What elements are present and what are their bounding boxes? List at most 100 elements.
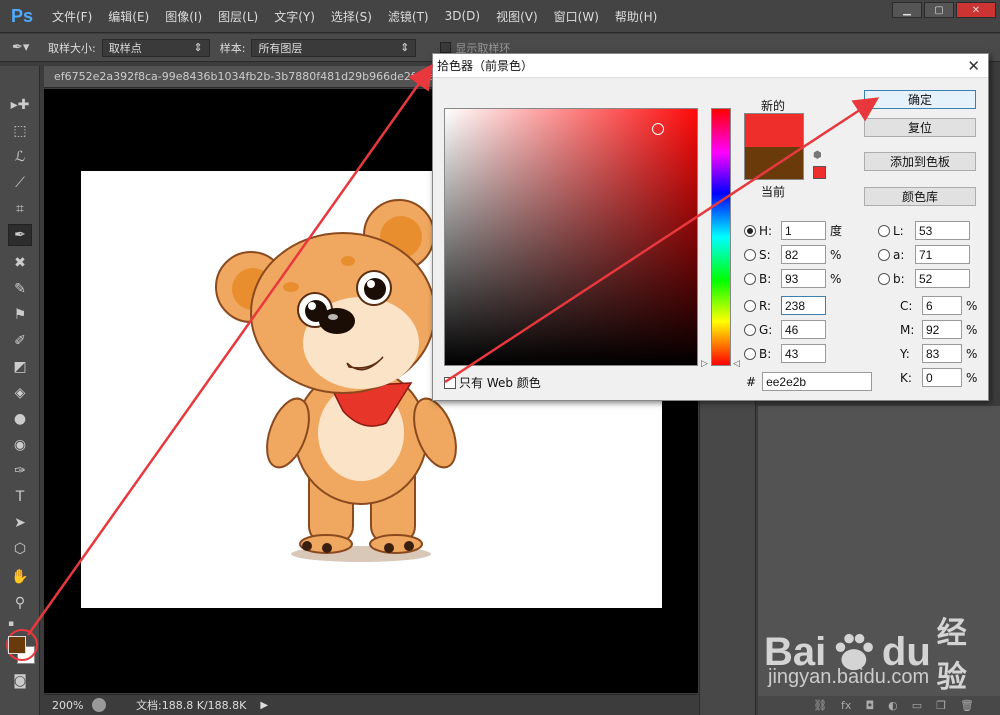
- quick-select-tool-icon[interactable]: ⟋: [8, 172, 32, 194]
- ok-button[interactable]: 确定: [864, 90, 976, 109]
- menu-select[interactable]: 选择(S): [323, 8, 380, 25]
- hue-radio[interactable]: [744, 224, 756, 237]
- lab-b-input[interactable]: [915, 269, 970, 288]
- blur-tool-icon[interactable]: ●: [8, 408, 32, 430]
- yellow-unit: %: [966, 346, 978, 361]
- close-icon[interactable]: ✕: [956, 2, 996, 18]
- lab-b-row: b:: [878, 269, 970, 288]
- current-color-swatch[interactable]: [744, 147, 804, 180]
- brightness-label: B:: [759, 271, 772, 286]
- black-input[interactable]: [922, 368, 962, 387]
- marquee-tool-icon[interactable]: ⬚: [8, 120, 32, 142]
- green-input[interactable]: [781, 320, 826, 339]
- menu-window[interactable]: 窗口(W): [546, 8, 607, 25]
- lab-l-input[interactable]: [915, 221, 970, 240]
- color-libraries-button[interactable]: 颜色库: [864, 187, 976, 206]
- color-field-marker[interactable]: [652, 123, 664, 135]
- healing-tool-icon[interactable]: ✖: [8, 252, 32, 274]
- lab-a-radio[interactable]: [878, 248, 890, 261]
- menu-file[interactable]: 文件(F): [44, 8, 100, 25]
- saturation-radio[interactable]: [744, 248, 756, 261]
- brightness-row: B: %: [744, 269, 844, 288]
- menu-edit[interactable]: 编辑(E): [100, 8, 157, 25]
- add-to-swatches-button[interactable]: 添加到色板: [864, 152, 976, 171]
- zoom-tool-icon[interactable]: ⚲: [8, 592, 32, 614]
- menu-view[interactable]: 视图(V): [488, 8, 546, 25]
- play-arrow-icon[interactable]: ▶: [260, 700, 268, 711]
- lab-b-radio[interactable]: [878, 272, 890, 285]
- foreground-color-swatch[interactable]: [8, 636, 26, 654]
- brightness-input[interactable]: [781, 269, 826, 288]
- quick-mask-icon[interactable]: ◙: [8, 670, 32, 692]
- minimize-icon[interactable]: ▁: [892, 2, 922, 18]
- chevron-down-icon: ⇕: [400, 41, 410, 54]
- document-tab[interactable]: ef6752e2a392f8ca-99e8436b1034fb2b-3b7880…: [44, 66, 439, 88]
- paint-bucket-icon[interactable]: ◈: [8, 382, 32, 404]
- zoom-level[interactable]: 200%: [44, 699, 92, 712]
- menu-filter[interactable]: 滤镜(T): [380, 8, 437, 25]
- hex-input[interactable]: [762, 372, 873, 391]
- slider-left-arrow-icon[interactable]: ▷: [701, 359, 708, 369]
- eraser-tool-icon[interactable]: ◩: [8, 356, 32, 378]
- hand-tool-icon[interactable]: ✋: [8, 566, 32, 588]
- move-tool-icon[interactable]: ▸✚: [8, 94, 32, 116]
- menu-help[interactable]: 帮助(H): [607, 8, 665, 25]
- dodge-tool-icon[interactable]: ◉: [8, 434, 32, 456]
- sample-select[interactable]: 所有图层 ⇕: [251, 38, 417, 57]
- web-only-checkbox[interactable]: 只有 Web 颜色: [444, 374, 541, 391]
- crop-tool-icon[interactable]: ⌗: [8, 198, 32, 220]
- close-icon[interactable]: ✕: [967, 57, 980, 75]
- hue-slider[interactable]: [711, 108, 731, 366]
- lab-l-radio[interactable]: [878, 224, 890, 237]
- menu-bar: Ps 文件(F) 编辑(E) 图像(I) 图层(L) 文字(Y) 选择(S) 滤…: [0, 0, 1000, 33]
- stamp-tool-icon[interactable]: ⚑: [8, 304, 32, 326]
- history-brush-icon[interactable]: ✐: [8, 330, 32, 352]
- status-info-icon[interactable]: [92, 698, 106, 712]
- slider-right-arrow-icon[interactable]: ◁: [733, 359, 740, 369]
- default-colors-icon[interactable]: ▪: [4, 618, 18, 630]
- green-radio[interactable]: [744, 323, 756, 336]
- red-radio[interactable]: [744, 299, 756, 312]
- magenta-row: M: %: [900, 320, 980, 339]
- menu-type[interactable]: 文字(Y): [266, 8, 323, 25]
- gamut-warning-cube-icon[interactable]: ⬢: [813, 151, 825, 162]
- blue-radio[interactable]: [744, 347, 756, 360]
- red-row: R:: [744, 296, 826, 315]
- sample-size-select[interactable]: 取样点 ⇕: [101, 38, 210, 57]
- hue-label: H:: [759, 223, 773, 238]
- color-picker-dialog: 拾色器（前景色） ✕ ▷ ◁ 只有 Web 颜色 新的 当前 ⬢ 确定 复位 添…: [432, 53, 989, 401]
- watermark-url: jingyan.baidu.com: [768, 666, 930, 688]
- reset-button[interactable]: 复位: [864, 118, 976, 137]
- web-safe-swatch[interactable]: [813, 166, 826, 179]
- lab-a-label: a:: [893, 247, 905, 262]
- path-select-icon[interactable]: ➤: [8, 512, 32, 534]
- magenta-input[interactable]: [922, 320, 962, 339]
- eyedropper-tool-icon[interactable]: ✒: [8, 224, 32, 246]
- saturation-input[interactable]: [781, 245, 826, 264]
- red-input[interactable]: [781, 296, 826, 315]
- lasso-tool-icon[interactable]: ℒ: [8, 146, 32, 168]
- hue-row: H: 度: [744, 221, 844, 240]
- hex-label: #: [746, 374, 757, 389]
- color-field[interactable]: [444, 108, 698, 366]
- type-tool-icon[interactable]: T: [8, 486, 32, 508]
- brightness-radio[interactable]: [744, 272, 756, 285]
- chevron-down-icon: ⇕: [193, 41, 203, 54]
- eyedropper-icon[interactable]: ✒▾: [12, 40, 42, 55]
- menu-layer[interactable]: 图层(L): [210, 8, 266, 25]
- lab-a-input[interactable]: [915, 245, 970, 264]
- saturation-unit: %: [830, 247, 842, 262]
- menu-3d[interactable]: 3D(D): [437, 9, 488, 23]
- dialog-titlebar: 拾色器（前景色） ✕: [433, 54, 988, 78]
- menu-image[interactable]: 图像(I): [157, 8, 210, 25]
- brush-tool-icon[interactable]: ✎: [8, 278, 32, 300]
- blue-input[interactable]: [781, 344, 826, 363]
- maximize-icon[interactable]: ▢: [924, 2, 954, 18]
- cyan-input[interactable]: [922, 296, 962, 315]
- hue-input[interactable]: [781, 221, 826, 240]
- sample-label: 样本:: [219, 41, 246, 55]
- pen-tool-icon[interactable]: ✑: [8, 460, 32, 482]
- shape-tool-icon[interactable]: ⬡: [8, 538, 32, 560]
- blue-row: B:: [744, 344, 826, 363]
- yellow-input[interactable]: [922, 344, 962, 363]
